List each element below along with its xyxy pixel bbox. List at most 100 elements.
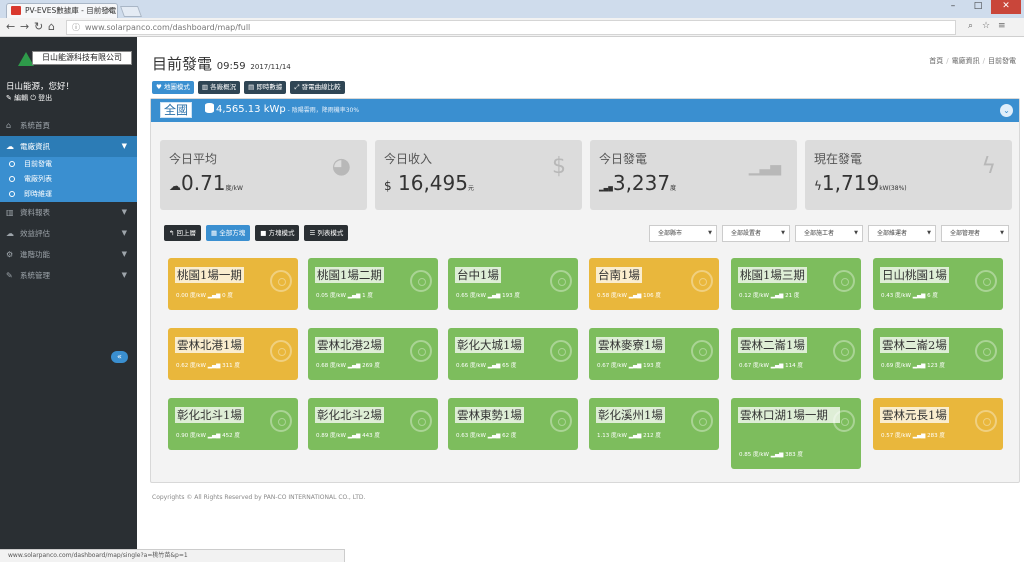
- station-card[interactable]: 台中1場 0.65 度/kW ▂▄▆ 193 度: [448, 258, 578, 310]
- station-card[interactable]: 桃園1場二期 0.05 度/kW ▂▄▆ 1 度: [308, 258, 438, 310]
- clock: 09:59: [216, 61, 246, 72]
- station-card[interactable]: 雲林麥寮1場 0.67 度/kW ▂▄▆ 193 度: [589, 328, 719, 380]
- browser-titlebar: PV-EVES數據庫 - 目前發電 × – □ ✕: [0, 0, 1024, 18]
- region-label[interactable]: 全國: [160, 102, 193, 118]
- station-info: 1.13 度/kW ▂▄▆ 212 度: [597, 433, 661, 439]
- station-name: 日山桃園1場: [880, 267, 949, 283]
- circle-icon: [9, 191, 15, 197]
- speedometer-icon: [550, 270, 572, 292]
- speedometer-icon: [975, 410, 997, 432]
- stat-number: 1,719: [821, 171, 880, 195]
- station-card[interactable]: 雲林北港1場 0.62 度/kW ▂▄▆ 311 度: [168, 328, 298, 380]
- county-select[interactable]: 全部縣市 ▼: [649, 225, 717, 242]
- breadcrumb-plant-info[interactable]: 電廠資訊: [952, 57, 980, 65]
- station-card[interactable]: 彰化大城1場 0.66 度/kW ▂▄▆ 65 度: [448, 328, 578, 380]
- station-card[interactable]: 雲林二崙1場 0.67 度/kW ▂▄▆ 114 度: [731, 328, 861, 380]
- station-card[interactable]: 彰化北斗1場 0.90 度/kW ▂▄▆ 452 度: [168, 398, 298, 450]
- capacity-value: 4,565.13 kWp: [216, 104, 286, 115]
- sidebar-item-system[interactable]: ✎ 系統管理 ▼: [0, 265, 137, 286]
- stat-title: 現在發電: [814, 152, 863, 166]
- logo[interactable]: 日山能源科技有限公司: [0, 50, 137, 70]
- speedometer-icon: [550, 410, 572, 432]
- station-card[interactable]: 彰化北斗2場 0.89 度/kW ▂▄▆ 443 度: [308, 398, 438, 450]
- breadcrumb-current: 目前發電: [988, 57, 1016, 65]
- station-card[interactable]: 桃園1場一期 0.00 度/kW ▂▄▆ 0 度: [168, 258, 298, 310]
- stat-value: $ 16,495元: [384, 171, 474, 195]
- zoom-icon[interactable]: ⌕: [968, 21, 973, 31]
- stat-unit: 元: [467, 185, 474, 192]
- installer-select[interactable]: 全部設置者 ▼: [722, 225, 790, 242]
- star-icon[interactable]: ☆: [982, 21, 990, 31]
- stat-unit: 度: [670, 185, 677, 192]
- tab-close-icon[interactable]: ×: [106, 4, 113, 17]
- sidebar-subitem-label: 目前發電: [24, 160, 52, 168]
- sidebar-item-benefit[interactable]: ☁ 效益評估 ▼: [0, 223, 137, 244]
- breadcrumb-home[interactable]: 首頁: [929, 57, 943, 65]
- station-card[interactable]: 彰化溪州1場 1.13 度/kW ▂▄▆ 212 度: [589, 398, 719, 450]
- chevron-down-icon[interactable]: ⌄: [1000, 104, 1013, 117]
- status-bar: www.solarpanco.com/dashboard/map/single?…: [0, 549, 345, 562]
- reload-icon[interactable]: ↻: [34, 20, 43, 34]
- station-info: 0.00 度/kW ▂▄▆ 0 度: [176, 293, 233, 299]
- manager-select[interactable]: 全部管理者 ▼: [941, 225, 1009, 242]
- station-card[interactable]: 雲林二崙2場 0.69 度/kW ▂▄▆ 123 度: [873, 328, 1003, 380]
- speedometer-icon: [410, 410, 432, 432]
- sidebar-item-reports[interactable]: ▥ 資料報表 ▼: [0, 202, 137, 223]
- speedometer-icon: [270, 410, 292, 432]
- station-card[interactable]: 桃園1場三期 0.12 度/kW ▂▄▆ 21 度: [731, 258, 861, 310]
- back-up-button[interactable]: ↰ 回上層: [164, 225, 202, 241]
- station-card[interactable]: 日山桃園1場 0.43 度/kW ▂▄▆ 6 度: [873, 258, 1003, 310]
- block-mode-button[interactable]: ■ 方塊模式: [255, 225, 300, 241]
- home-icon[interactable]: ⌂: [48, 20, 55, 34]
- contractor-select[interactable]: 全部施工者 ▼: [795, 225, 863, 242]
- maximize-button[interactable]: □: [966, 0, 990, 14]
- stat-value: ☁0.71度/kW: [169, 171, 243, 195]
- all-blocks-button[interactable]: ▦ 全部方塊: [206, 225, 251, 241]
- list-mode-button[interactable]: ☰ 列表模式: [304, 225, 349, 241]
- back-arrow-icon[interactable]: ←: [6, 20, 15, 34]
- tab-map-mode[interactable]: ♥ 地圖模式: [152, 81, 194, 94]
- station-info: 0.63 度/kW ▂▄▆ 62 度: [456, 433, 517, 439]
- stat-number: 0.71: [181, 171, 226, 195]
- forward-arrow-icon[interactable]: →: [20, 20, 29, 34]
- sidebar-item-label: 系統管理: [20, 271, 50, 280]
- page-title-text: 目前發電: [152, 55, 213, 73]
- station-card[interactable]: 雲林北港2場 0.68 度/kW ▂▄▆ 269 度: [308, 328, 438, 380]
- dollar-icon: $: [552, 154, 566, 179]
- stat-value: ▂▄▆3,237度: [599, 171, 676, 195]
- user-links[interactable]: ✎ 編輯 ⏻ 登出: [6, 93, 52, 103]
- chevron-down-icon: ▼: [708, 230, 712, 236]
- browser-tab[interactable]: PV-EVES數據庫 - 目前發電 ×: [6, 3, 118, 18]
- station-name: 雲林北港1場: [175, 337, 244, 353]
- sidebar-item-advanced[interactable]: ⚙ 進階功能 ▼: [0, 244, 137, 265]
- speedometer-icon: [270, 340, 292, 362]
- sidebar-item-plant-info[interactable]: ☁ 電廠資訊 ▼: [0, 136, 137, 157]
- chevron-down-icon: ▼: [121, 250, 127, 258]
- sidebar-subitem-maintenance[interactable]: 即時維運: [0, 187, 137, 202]
- station-card[interactable]: 雲林東勢1場 0.63 度/kW ▂▄▆ 62 度: [448, 398, 578, 450]
- stat-today-generation: 今日發電 ▂▄▆3,237度 ▁▃▅: [590, 140, 797, 210]
- chart-icon: ▥: [6, 208, 14, 217]
- menu-icon[interactable]: ≡: [998, 21, 1006, 31]
- tab-curve-compare[interactable]: ⤢ 發電曲線比較: [290, 81, 345, 94]
- station-card[interactable]: 雲林口湖1場一期 0.85 度/kW ▂▄▆ 383 度: [731, 398, 861, 469]
- close-window-button[interactable]: ✕: [991, 0, 1021, 14]
- filter-bar: 全部縣市 ▼ 全部設置者 ▼ 全部施工者 ▼ 全部維運者 ▼ 全部管理者 ▼: [649, 225, 1009, 242]
- speedometer-icon: [975, 270, 997, 292]
- station-info: 0.12 度/kW ▂▄▆ 21 度: [739, 293, 800, 299]
- tab-overview[interactable]: ▥ 各廠概況: [197, 81, 241, 94]
- station-card[interactable]: 雲林元長1場 0.57 度/kW ▂▄▆ 283 度: [873, 398, 1003, 450]
- sidebar-subitem-list[interactable]: 電廠列表: [0, 172, 137, 187]
- sidebar-item-label: 系統首頁: [20, 121, 50, 130]
- stat-unit: 度/kW: [225, 185, 243, 192]
- url-input[interactable]: ⓘ www.solarpanco.com/dashboard/map/full: [66, 20, 956, 35]
- tab-realtime[interactable]: ▤ 即時數據: [244, 81, 287, 94]
- sidebar-subitem-current[interactable]: 目前發電: [0, 157, 137, 172]
- operator-select[interactable]: 全部維運者 ▼: [868, 225, 936, 242]
- sidebar-item-home[interactable]: ⌂ 系統首頁: [0, 115, 137, 136]
- sidebar-collapse-button[interactable]: «: [111, 351, 128, 363]
- new-tab-button[interactable]: [119, 6, 143, 17]
- station-card[interactable]: 台南1場 0.58 度/kW ▂▄▆ 106 度: [589, 258, 719, 310]
- minimize-button[interactable]: –: [941, 0, 965, 14]
- stat-number: 3,237: [612, 171, 671, 195]
